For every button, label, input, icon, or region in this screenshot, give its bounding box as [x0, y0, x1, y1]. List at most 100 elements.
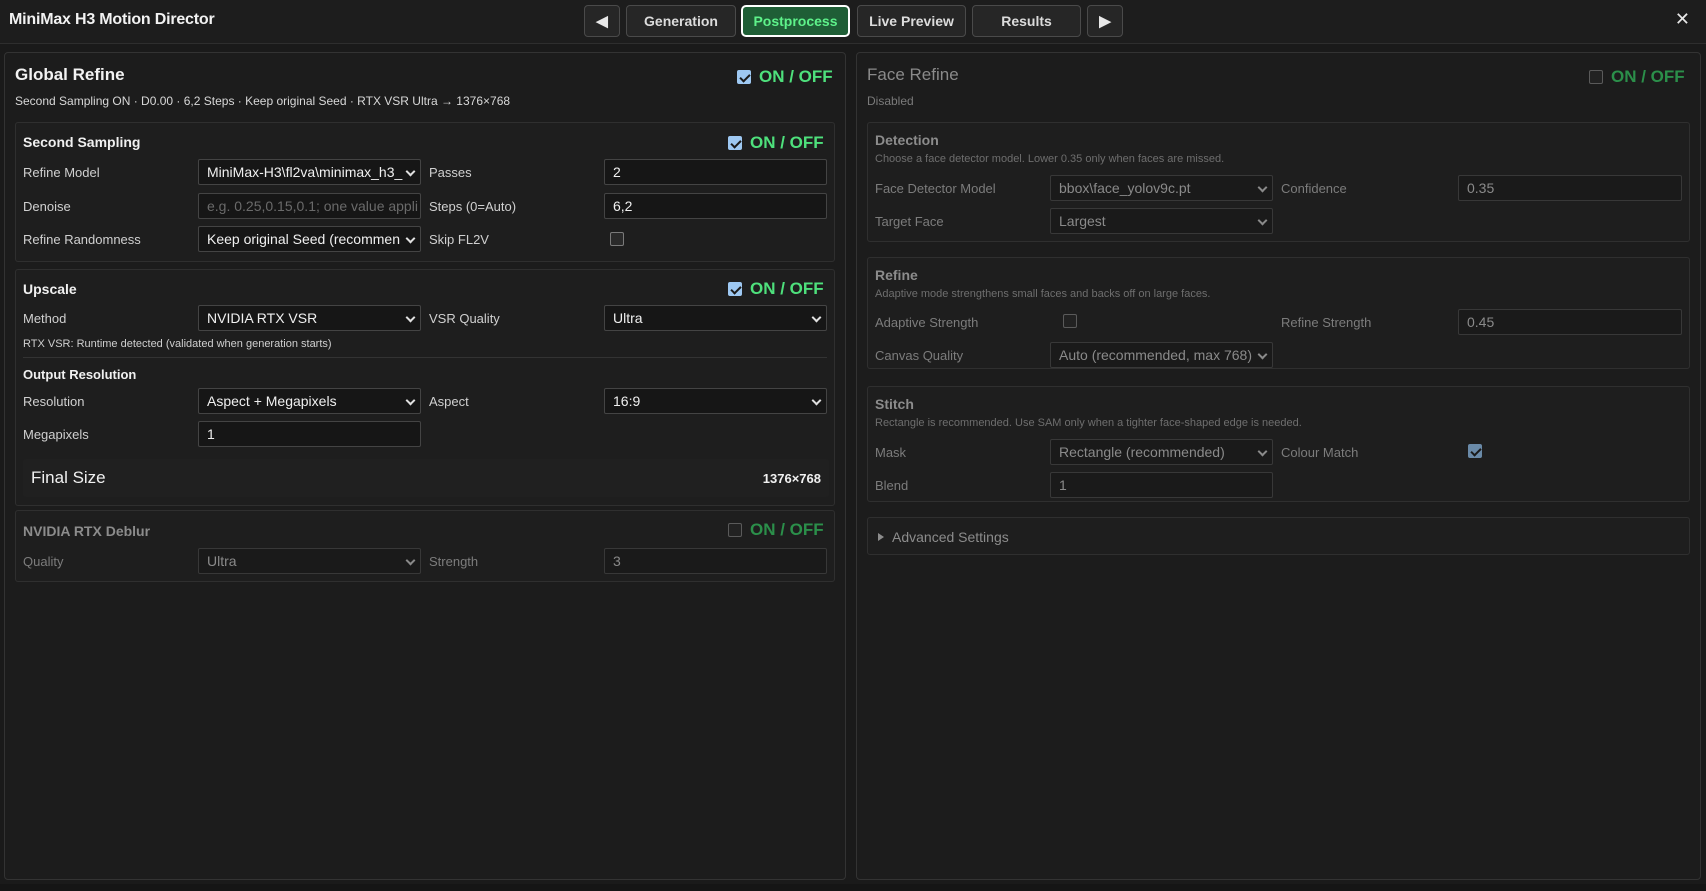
resolution-value: Aspect + Megapixels	[207, 393, 337, 409]
aspect-value: 16:9	[613, 393, 641, 409]
second-sampling-checkbox[interactable]	[728, 136, 742, 150]
bottom-strip	[0, 884, 1706, 891]
steps-input[interactable]: 6,2	[604, 193, 827, 219]
face-refine-panel: Face Refine ON / OFF Disabled Detection …	[856, 52, 1701, 880]
stitch-title: Stitch	[875, 396, 914, 412]
deblur-quality-value: Ultra	[207, 553, 237, 569]
megapixels-label: Megapixels	[23, 427, 89, 442]
vsr-quality-label: VSR Quality	[429, 311, 500, 326]
advanced-settings-section[interactable]: Advanced Settings	[867, 517, 1690, 555]
upscale-title: Upscale	[23, 281, 77, 297]
mask-select[interactable]: Rectangle (recommended)	[1050, 439, 1273, 465]
triangle-right-icon	[878, 533, 884, 541]
megapixels-input[interactable]: 1	[198, 421, 421, 447]
chevron-down-icon	[405, 166, 416, 177]
onoff-label: ON / OFF	[750, 133, 824, 152]
face-detector-model-label: Face Detector Model	[875, 181, 996, 196]
face-refine-status: Disabled	[867, 94, 914, 108]
rtx-vsr-note: RTX VSR: Runtime detected (validated whe…	[23, 338, 332, 350]
face-detector-model-select[interactable]: bbox\face_yolov9c.pt	[1050, 175, 1273, 201]
confidence-input[interactable]: 0.35	[1458, 175, 1682, 201]
tab-postprocess[interactable]: Postprocess	[741, 5, 850, 37]
upscale-checkbox[interactable]	[728, 282, 742, 296]
tab-results[interactable]: Results	[972, 5, 1081, 37]
target-face-value: Largest	[1059, 213, 1106, 229]
face-detector-model-value: bbox\face_yolov9c.pt	[1059, 180, 1191, 196]
resolution-select[interactable]: Aspect + Megapixels	[198, 388, 421, 414]
output-resolution-title: Output Resolution	[23, 367, 137, 382]
global-refine-toggle[interactable]: ON / OFF	[737, 67, 833, 87]
canvas-quality-value: Auto (recommended, max 768)	[1059, 347, 1252, 363]
top-bar: MiniMax H3 Motion Director ◀ Generation …	[0, 0, 1706, 44]
onoff-label: ON / OFF	[750, 520, 824, 539]
refine-desc: Adaptive mode strengthens small faces an…	[875, 288, 1211, 300]
chevron-down-icon	[405, 312, 416, 323]
refine-model-value: MiniMax-H3\fl2va\minimax_h3_	[207, 164, 403, 180]
app-title: MiniMax H3 Motion Director	[9, 11, 215, 28]
next-tab-button[interactable]: ▶	[1087, 5, 1123, 37]
colour-match-checkbox[interactable]	[1468, 444, 1482, 458]
deblur-strength-input[interactable]: 3	[604, 548, 827, 574]
denoise-input[interactable]: e.g. 0.25,0.15,0.1; one value appli	[198, 193, 421, 219]
deblur-quality-label: Quality	[23, 554, 64, 569]
face-refine-toggle[interactable]: ON / OFF	[1589, 67, 1685, 87]
onoff-label: ON / OFF	[1611, 67, 1685, 86]
chevron-down-icon	[405, 233, 416, 244]
advanced-settings-toggle[interactable]: Advanced Settings	[878, 529, 1009, 545]
deblur-quality-select[interactable]: Ultra	[198, 548, 421, 574]
global-refine-panel: Global Refine ON / OFF Second Sampling O…	[4, 52, 846, 880]
upscale-toggle[interactable]: ON / OFF	[728, 279, 824, 299]
prev-tab-button[interactable]: ◀	[584, 5, 620, 37]
global-refine-title: Global Refine	[15, 65, 125, 84]
chevron-down-icon	[1257, 349, 1268, 360]
second-sampling-section: Second Sampling ON / OFF Refine Model Mi…	[15, 122, 835, 262]
arrow-left-icon: ◀	[596, 13, 608, 30]
adaptive-strength-label: Adaptive Strength	[875, 315, 979, 330]
chevron-down-icon	[1257, 215, 1268, 226]
passes-input[interactable]: 2	[604, 159, 827, 185]
refine-strength-input[interactable]: 0.45	[1458, 309, 1682, 335]
refine-model-select[interactable]: MiniMax-H3\fl2va\minimax_h3_	[198, 159, 421, 185]
stitch-desc: Rectangle is recommended. Use SAM only w…	[875, 417, 1302, 429]
method-select[interactable]: NVIDIA RTX VSR	[198, 305, 421, 331]
tab-generation[interactable]: Generation	[626, 5, 736, 37]
chevron-down-icon	[1257, 182, 1268, 193]
method-label: Method	[23, 311, 67, 326]
mask-label: Mask	[875, 445, 907, 460]
second-sampling-toggle[interactable]: ON / OFF	[728, 133, 824, 153]
final-size-row: Final Size 1376×768	[23, 459, 829, 497]
skip-fl2v-label: Skip FL2V	[429, 232, 489, 247]
global-refine-checkbox[interactable]	[737, 70, 751, 84]
target-face-select[interactable]: Largest	[1050, 208, 1273, 234]
divider	[23, 357, 827, 358]
tab-live-preview[interactable]: Live Preview	[857, 5, 966, 37]
refine-randomness-label: Refine Randomness	[23, 232, 141, 247]
resolution-label: Resolution	[23, 394, 85, 409]
adaptive-strength-checkbox[interactable]	[1063, 314, 1077, 328]
face-refine-title: Face Refine	[867, 65, 959, 84]
colour-match-label: Colour Match	[1281, 445, 1359, 460]
chevron-down-icon	[405, 555, 416, 566]
aspect-label: Aspect	[429, 394, 469, 409]
arrow-right-icon: ▶	[1099, 13, 1111, 30]
face-refine-checkbox[interactable]	[1589, 70, 1603, 84]
vsr-quality-select[interactable]: Ultra	[604, 305, 827, 331]
close-icon[interactable]: ✕	[1675, 9, 1690, 30]
steps-label: Steps (0=Auto)	[429, 199, 517, 214]
chevron-down-icon	[811, 395, 822, 406]
detection-title: Detection	[875, 132, 939, 148]
detection-desc: Choose a face detector model. Lower 0.35…	[875, 153, 1225, 165]
rtx-deblur-checkbox[interactable]	[728, 523, 742, 537]
rtx-deblur-title: NVIDIA RTX Deblur	[23, 523, 151, 539]
blend-input[interactable]: 1	[1050, 472, 1273, 498]
aspect-select[interactable]: 16:9	[604, 388, 827, 414]
canvas-quality-select[interactable]: Auto (recommended, max 768)	[1050, 342, 1273, 368]
passes-label: Passes	[429, 165, 472, 180]
refine-strength-label: Refine Strength	[1281, 315, 1372, 330]
chevron-down-icon	[1257, 446, 1268, 457]
refine-randomness-select[interactable]: Keep original Seed (recommen	[198, 226, 421, 252]
blend-label: Blend	[875, 478, 909, 493]
rtx-deblur-toggle[interactable]: ON / OFF	[728, 520, 824, 540]
skip-fl2v-checkbox[interactable]	[610, 232, 624, 246]
final-size-value: 1376×768	[762, 471, 821, 486]
